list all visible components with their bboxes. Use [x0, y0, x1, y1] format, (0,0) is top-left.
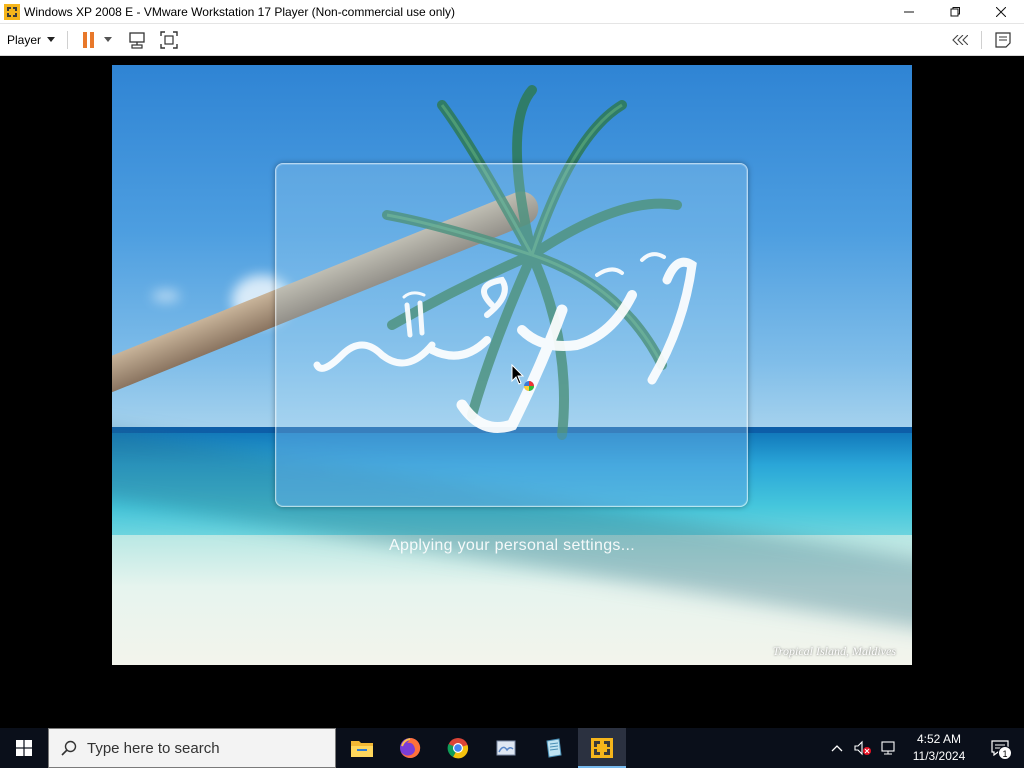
- power-options-dropdown[interactable]: [102, 29, 114, 51]
- windows-logo-icon: [16, 740, 32, 756]
- unity-collapse-icon: [952, 35, 968, 45]
- windows-taskbar: Type here to search 4:52 AM 11/3/2024 1: [0, 728, 1024, 768]
- minimize-button[interactable]: [886, 0, 932, 24]
- taskbar-file-explorer[interactable]: [338, 728, 386, 768]
- pause-icon: [83, 31, 95, 48]
- window-title: Windows XP 2008 E - VMware Workstation 1…: [24, 4, 456, 19]
- player-menu-button[interactable]: Player: [7, 32, 56, 47]
- taskbar-paint[interactable]: [482, 728, 530, 768]
- fullscreen-icon: [160, 30, 178, 49]
- unity-collapse-button[interactable]: [949, 29, 971, 51]
- send-ctrl-alt-del-button[interactable]: [126, 29, 148, 51]
- dropdown-arrow-icon: [104, 37, 113, 42]
- chevron-down-icon: [47, 37, 56, 42]
- notification-badge: 1: [998, 746, 1012, 760]
- message-log-button[interactable]: [992, 29, 1014, 51]
- wallpaper-caption: Tropical Island, Maldives: [772, 644, 896, 658]
- close-icon: [996, 7, 1006, 17]
- vmware-app-icon: [4, 3, 20, 20]
- taskbar-search-box[interactable]: Type here to search: [48, 728, 336, 768]
- show-hidden-icons-button[interactable]: [825, 728, 849, 768]
- minimize-icon: [904, 11, 914, 13]
- taskbar-firefox[interactable]: [386, 728, 434, 768]
- vmware-player-icon: [591, 738, 613, 758]
- status-message: Applying your personal settings...: [389, 537, 635, 554]
- taskbar-notepad[interactable]: [530, 728, 578, 768]
- network-button[interactable]: [877, 728, 901, 768]
- chrome-icon: [447, 738, 469, 759]
- start-button[interactable]: [0, 728, 48, 768]
- restore-button[interactable]: [932, 0, 978, 24]
- message-log-icon: [995, 32, 1011, 48]
- search-icon: [61, 740, 77, 756]
- file-explorer-icon: [351, 741, 373, 757]
- title-bar: Windows XP 2008 E - VMware Workstation 1…: [0, 0, 1024, 24]
- taskbar-clock[interactable]: 4:52 AM 11/3/2024: [902, 731, 976, 765]
- close-button[interactable]: [978, 0, 1024, 24]
- notepad-icon: [546, 738, 562, 758]
- taskbar-vmware-player[interactable]: [578, 728, 626, 768]
- firefox-icon: [400, 737, 421, 758]
- taskbar-chrome[interactable]: [434, 728, 482, 768]
- chevron-up-icon: [831, 745, 843, 752]
- vmware-toolbar: Player: [0, 24, 1024, 56]
- busy-cursor: [511, 363, 539, 399]
- clock-date: 11/3/2024: [912, 749, 966, 763]
- restore-icon: [950, 7, 960, 17]
- action-center-button[interactable]: 1: [976, 728, 1024, 768]
- network-icon: [881, 741, 895, 755]
- system-tray: 4:52 AM 11/3/2024 1: [824, 728, 1024, 768]
- clock-time: 4:52 AM: [916, 732, 962, 746]
- search-placeholder: Type here to search: [87, 739, 220, 757]
- toolbar-divider: [67, 30, 69, 49]
- wallpaper-cloud-small: [152, 290, 180, 302]
- volume-button[interactable]: [851, 728, 875, 768]
- player-menu-label: Player: [7, 32, 42, 47]
- login-panel-lower: [276, 433, 747, 506]
- pause-button[interactable]: [78, 29, 100, 51]
- toolbar-divider-right: [981, 31, 982, 49]
- paint-icon: [496, 740, 516, 756]
- send-ctrl-alt-del-icon: [129, 31, 145, 49]
- calligraphy-logo: [313, 252, 697, 433]
- fullscreen-button[interactable]: [158, 29, 180, 51]
- busy-cursor-icon: [511, 363, 534, 391]
- volume-muted-icon: [854, 740, 871, 756]
